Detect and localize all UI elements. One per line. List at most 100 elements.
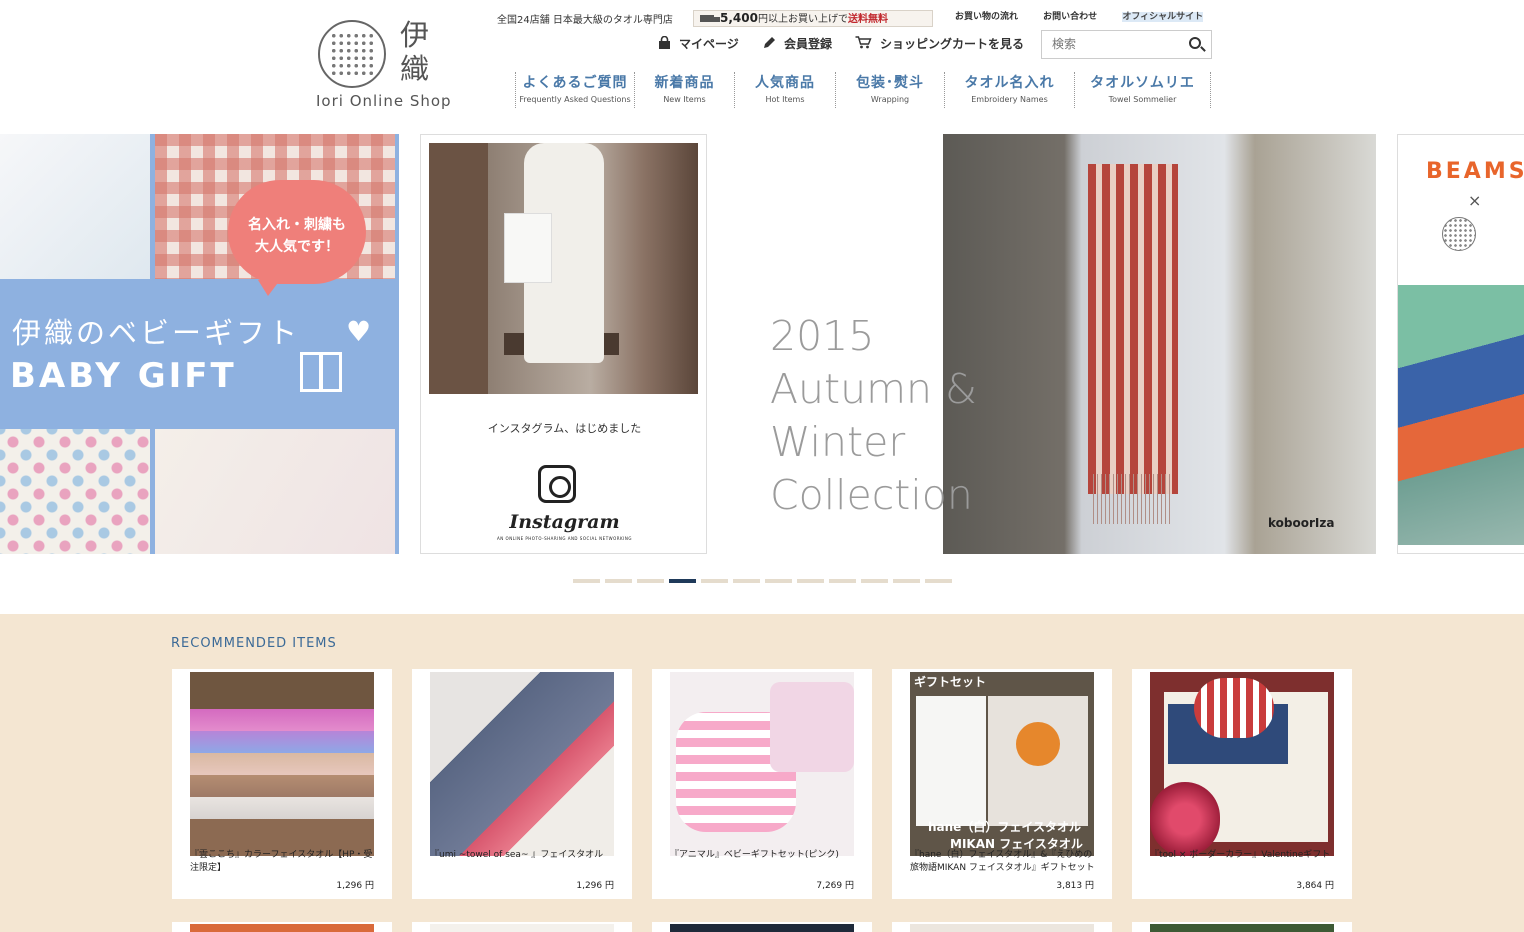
product-card[interactable]: 『雲ここち』カラーフェイスタオル【HP・受注限定】 1,296 円 (172, 669, 392, 899)
nav-embroidery[interactable]: タオル名入れ Embroidery Names (944, 72, 1074, 108)
product-card[interactable]: ギフトセット hane（白）フェイスタオル MIKAN フェイスタオル 『han… (892, 669, 1112, 899)
slider-dot[interactable] (733, 579, 760, 583)
slide-beams-collab[interactable]: BEAMS × (1397, 134, 1524, 554)
nav-faq-en: Frequently Asked Questions (519, 95, 631, 104)
bib-item (770, 682, 854, 772)
product-image-next (910, 924, 1094, 932)
slide-instagram[interactable]: インスタグラム、はじめました Instagram AN ONLINE PHOTO… (420, 134, 707, 554)
nav-hot-en: Hot Items (765, 95, 805, 104)
product-image[interactable] (670, 672, 854, 856)
gift-set-badge: ギフトセット (914, 675, 987, 689)
recommended-title: RECOMMENDED ITEMS (171, 636, 337, 651)
collection-title: 2015 Autumn & Winter Collection (770, 310, 990, 522)
product-card-next[interactable] (892, 922, 1112, 932)
slider-dots (573, 579, 957, 583)
product-image-next (430, 924, 614, 932)
orange-circle (1016, 722, 1060, 766)
beams-logo: BEAMS (1426, 159, 1524, 184)
colorful-towels (1398, 285, 1524, 545)
nav-embroidery-jp: タオル名入れ (964, 75, 1055, 91)
slider-dot[interactable] (605, 579, 632, 583)
nav-hot-items[interactable]: 人気商品 Hot Items (734, 72, 835, 108)
baby-gift-title-en: BABY GIFT (10, 356, 237, 396)
product-card-next[interactable] (1132, 922, 1352, 932)
collab-x: × (1468, 191, 1482, 210)
site-header: 伊織 Iori Online Shop 全国24店舗 日本最大級のタオル専門店 … (0, 0, 1524, 134)
striped-scarf (1088, 164, 1178, 494)
slider-dot[interactable] (669, 579, 696, 583)
product-card-next[interactable] (412, 922, 632, 932)
product-image-next (190, 924, 374, 932)
nav-sommelier[interactable]: タオルソムリエ Towel Sommelier (1074, 72, 1211, 108)
white-towel (916, 696, 986, 826)
product-image-next (670, 924, 854, 932)
nav-hot-jp: 人気商品 (755, 75, 815, 91)
nav-sommelier-en: Towel Sommelier (1108, 95, 1177, 104)
bib-photo (0, 134, 150, 279)
product-price: 3,813 円 (1056, 881, 1094, 891)
instagram-camera-icon (538, 465, 576, 503)
link-shopping-guide[interactable]: お買い物の流れ (955, 12, 1018, 22)
nav-wrapping[interactable]: 包装･熨斗 Wrapping (835, 72, 944, 108)
site-logo[interactable]: 伊織 Iori Online Shop (316, 14, 456, 114)
product-image[interactable] (430, 672, 614, 856)
slide-autumn-winter[interactable]: koboorIza (943, 134, 1376, 554)
product-card[interactable]: 『アニマル』ベビーギフトセット(ピンク) 7,269 円 (652, 669, 872, 899)
register-link[interactable]: 会員登録 (763, 35, 832, 52)
instagram-caption: インスタグラム、はじめました (487, 422, 642, 435)
free-shipping: 送料無料 (847, 14, 888, 25)
slider-dot[interactable] (637, 579, 664, 583)
slider-dot[interactable] (861, 579, 888, 583)
search-input[interactable] (1052, 31, 1182, 57)
collection-line-4: Collection (770, 471, 973, 519)
speech-bubble: 名入れ・刺繍も 大人気です！ (228, 180, 366, 296)
gift-box-icon (300, 352, 342, 392)
product-image[interactable]: ギフトセット hane（白）フェイスタオル MIKAN フェイスタオル (910, 672, 1094, 856)
nav-faq[interactable]: よくあるご質問 Frequently Asked Questions (515, 72, 634, 108)
product-name[interactable]: 『tool × ボーダーカラー』Valentineギフト (1150, 849, 1336, 862)
slider-dot[interactable] (765, 579, 792, 583)
product-name[interactable]: 『アニマル』ベビーギフトセット(ピンク) (670, 849, 856, 862)
product-card[interactable]: 『tool × ボーダーカラー』Valentineギフト 3,864 円 (1132, 669, 1352, 899)
slider-dot[interactable] (701, 579, 728, 583)
dot-towel-photo (0, 429, 150, 554)
product-image[interactable] (190, 672, 374, 856)
shipping-amount: 5,400 (720, 11, 758, 25)
slider-dot[interactable] (925, 579, 952, 583)
slider-dot[interactable] (573, 579, 600, 583)
product-card-next[interactable] (172, 922, 392, 932)
heart-icon: ♥ (346, 315, 372, 348)
product-name[interactable]: 『umi ~towel of sea~ 』フェイスタオル (430, 849, 616, 862)
collection-line-3: Winter (770, 418, 906, 466)
hero-slider: 名入れ・刺繍も 大人気です！ 伊織のベビーギフト BABY GIFT ♥ インスタ… (0, 134, 1524, 614)
slider-dot[interactable] (829, 579, 856, 583)
slide-baby-gift[interactable]: 名入れ・刺繍も 大人気です！ 伊織のベビーギフト BABY GIFT ♥ (0, 134, 399, 554)
embroidered-towel-photo (155, 429, 395, 554)
product-image[interactable] (1150, 672, 1334, 856)
lock-icon (659, 36, 670, 49)
cart-link[interactable]: ショッピングカートを見る (855, 35, 1024, 52)
product-price: 1,296 円 (576, 881, 614, 891)
global-nav: よくあるご質問 Frequently Asked Questions 新着商品 Ne… (515, 72, 1211, 108)
product-name[interactable]: 『hane（白）フェイスタオル』&『えひめの旅物語MIKAN フェイスタオル』ギ… (910, 849, 1096, 875)
rose-heart (1150, 782, 1220, 856)
link-contact[interactable]: お問い合わせ (1043, 12, 1097, 22)
search-icon[interactable] (1189, 37, 1201, 49)
link-official-site[interactable]: オフィシャルサイト (1122, 12, 1204, 22)
mikan-towel (988, 696, 1088, 826)
product-card[interactable]: 『umi ~towel of sea~ 』フェイスタオル 1,296 円 (412, 669, 632, 899)
logo-mark-icon (318, 20, 386, 88)
instagram-photo (429, 143, 698, 394)
nav-wrapping-en: Wrapping (870, 95, 910, 104)
nav-new-items[interactable]: 新着商品 New Items (634, 72, 734, 108)
slider-dot[interactable] (797, 579, 824, 583)
mypage-label: マイページ (679, 37, 739, 51)
mypage-link[interactable]: マイページ (658, 35, 739, 52)
product-price: 7,269 円 (816, 881, 854, 891)
pencil-icon (764, 37, 775, 48)
nav-wrapping-jp: 包装･熨斗 (856, 75, 924, 91)
slider-dot[interactable] (893, 579, 920, 583)
product-card-next[interactable] (652, 922, 872, 932)
product-name[interactable]: 『雲ここち』カラーフェイスタオル【HP・受注限定】 (190, 849, 376, 875)
shop-tagline: 全国24店舗 日本最大級のタオル専門店 (497, 15, 673, 26)
